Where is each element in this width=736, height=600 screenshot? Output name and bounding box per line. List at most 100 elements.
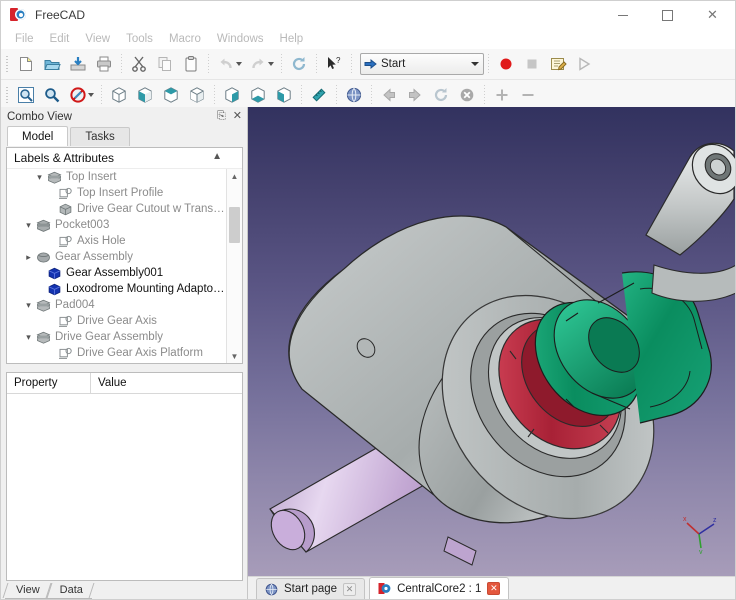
open-document-button[interactable]	[39, 51, 65, 77]
tree-item[interactable]: Drive Gear Axis Platform	[7, 345, 226, 361]
pad-icon	[35, 330, 51, 344]
close-icon[interactable]: ✕	[343, 582, 357, 596]
new-document-button[interactable]	[13, 51, 39, 77]
nav-reload-button[interactable]	[428, 82, 454, 108]
zoom-out-button[interactable]	[515, 82, 541, 108]
tree-header[interactable]: Labels & Attributes ▲	[7, 148, 242, 169]
menu-tools[interactable]: Tools	[118, 31, 161, 47]
menu-edit[interactable]: Edit	[42, 31, 78, 47]
bottom-view-button[interactable]	[245, 82, 271, 108]
chevron-down-icon[interactable]: ▾	[22, 220, 35, 231]
scroll-down-icon[interactable]: ▼	[227, 349, 242, 363]
menu-windows[interactable]: Windows	[209, 31, 272, 47]
tree-item[interactable]: ▾ Pocket003	[7, 217, 226, 233]
tree-item-label: Pad004	[55, 299, 95, 311]
macro-stop-button[interactable]	[519, 51, 545, 77]
tree-item[interactable]: ▸ Gear Assembly	[7, 249, 226, 265]
macro-execute-button[interactable]	[571, 51, 597, 77]
tree-item[interactable]: ▾ Top Insert	[7, 169, 226, 185]
cut-button[interactable]	[126, 51, 152, 77]
nav-forward-button[interactable]	[402, 82, 428, 108]
rear-view-button[interactable]	[219, 82, 245, 108]
tab-model[interactable]: Model	[7, 126, 69, 146]
chevron-down-icon[interactable]: ▾	[33, 172, 46, 183]
save-document-button[interactable]	[65, 51, 91, 77]
close-icon[interactable]: ✕	[487, 582, 501, 595]
fit-selection-button[interactable]	[39, 82, 65, 108]
workbench-selected-label: Start	[381, 58, 406, 70]
tab-data[interactable]: Data	[48, 583, 92, 599]
draw-style-dropdown-arrow[interactable]	[88, 93, 94, 97]
body-icon	[35, 250, 51, 264]
measure-button[interactable]	[306, 82, 332, 108]
toolbar-grip[interactable]	[4, 54, 11, 74]
front-view-button[interactable]	[132, 82, 158, 108]
macro-edit-button[interactable]	[545, 51, 571, 77]
menu-help[interactable]: Help	[272, 31, 312, 47]
tree-item[interactable]: Loxodrome Mounting Adaptor001	[7, 281, 226, 297]
tree-item[interactable]: Drive Gear Cutout w Translation	[7, 201, 226, 217]
scroll-up-icon[interactable]: ▲	[227, 169, 242, 183]
tab-view[interactable]: View	[5, 583, 49, 599]
tree-item-label: Axis Hole	[77, 235, 126, 247]
svg-text:?: ?	[336, 56, 341, 65]
left-view-button[interactable]	[271, 82, 297, 108]
right-view-button[interactable]	[184, 82, 210, 108]
3d-viewport[interactable]: x y z	[248, 107, 735, 576]
pocket-icon	[35, 218, 51, 232]
tree-item[interactable]: Axis Hole	[7, 233, 226, 249]
menu-file[interactable]: File	[7, 31, 42, 47]
document-tab-start-page[interactable]: Start page ✕	[256, 578, 366, 599]
toolbar-grip-2[interactable]	[4, 85, 11, 105]
undock-icon[interactable]: ⎘	[217, 111, 226, 122]
minimize-button[interactable]	[600, 1, 645, 29]
close-button[interactable]: ✕	[690, 1, 735, 29]
tree-item[interactable]: ▾ Drive Gear Assembly	[7, 329, 226, 345]
copy-button[interactable]	[152, 51, 178, 77]
menu-view[interactable]: View	[77, 31, 118, 47]
chevron-down-icon[interactable]: ▾	[22, 300, 35, 311]
fit-all-button[interactable]	[13, 82, 39, 108]
axonometric-button[interactable]	[106, 82, 132, 108]
chevron-up-icon[interactable]: ▲	[212, 151, 222, 162]
tree-item-label: Gear Assembly	[55, 251, 133, 263]
tree-scrollbar[interactable]: ▲ ▼	[226, 169, 242, 363]
window-controls: ✕	[600, 1, 735, 29]
title-bar: FreeCAD ✕	[1, 1, 735, 29]
whats-this-button[interactable]: ?	[321, 51, 347, 77]
tree-item[interactable]: ▾ Pad004	[7, 297, 226, 313]
print-button[interactable]	[91, 51, 117, 77]
undo-dropdown-arrow[interactable]	[236, 62, 242, 66]
toolbar-row-2	[1, 80, 735, 110]
top-view-button[interactable]	[158, 82, 184, 108]
nav-stop-button[interactable]	[454, 82, 480, 108]
nav-back-button[interactable]	[376, 82, 402, 108]
tab-tasks[interactable]: Tasks	[70, 127, 130, 146]
main-area: Combo View ⎘ ✕ Model Tasks Labels & Attr…	[1, 107, 735, 599]
tree-item[interactable]: Top Insert Profile	[7, 185, 226, 201]
close-icon[interactable]: ✕	[233, 111, 242, 122]
zoom-in-button[interactable]	[489, 82, 515, 108]
scrollbar-thumb[interactable]	[229, 207, 240, 243]
tree-item[interactable]: ▾Top Assembly	[7, 361, 226, 363]
chevron-down-icon[interactable]	[471, 62, 479, 66]
maximize-button[interactable]	[645, 1, 690, 29]
document-tab-centralcore2[interactable]: CentralCore2 : 1 ✕	[369, 577, 510, 599]
svg-text:x: x	[683, 516, 687, 523]
menu-macro[interactable]: Macro	[161, 31, 209, 47]
chevron-right-icon[interactable]: ▸	[22, 252, 35, 263]
paste-button[interactable]	[178, 51, 204, 77]
refresh-button[interactable]	[286, 51, 312, 77]
property-editor-body[interactable]	[7, 394, 242, 580]
redo-dropdown-arrow[interactable]	[268, 62, 274, 66]
tree-item-label: Drive Gear Assembly	[55, 331, 164, 343]
tree-item[interactable]: Drive Gear Axis	[7, 313, 226, 329]
workbench-combo[interactable]: Start	[360, 53, 484, 75]
tree-item[interactable]: Gear Assembly001	[7, 265, 226, 281]
macro-record-button[interactable]	[493, 51, 519, 77]
combo-view-title-bar: Combo View ⎘ ✕	[1, 107, 247, 126]
web-browser-button[interactable]	[341, 82, 367, 108]
document-tab-bar: Start page ✕ CentralCore2 : 1 ✕	[248, 576, 735, 599]
tree-body: ▾ Top Insert Top Insert Profile Drive Gear …	[7, 169, 226, 363]
chevron-down-icon[interactable]: ▾	[22, 332, 35, 343]
